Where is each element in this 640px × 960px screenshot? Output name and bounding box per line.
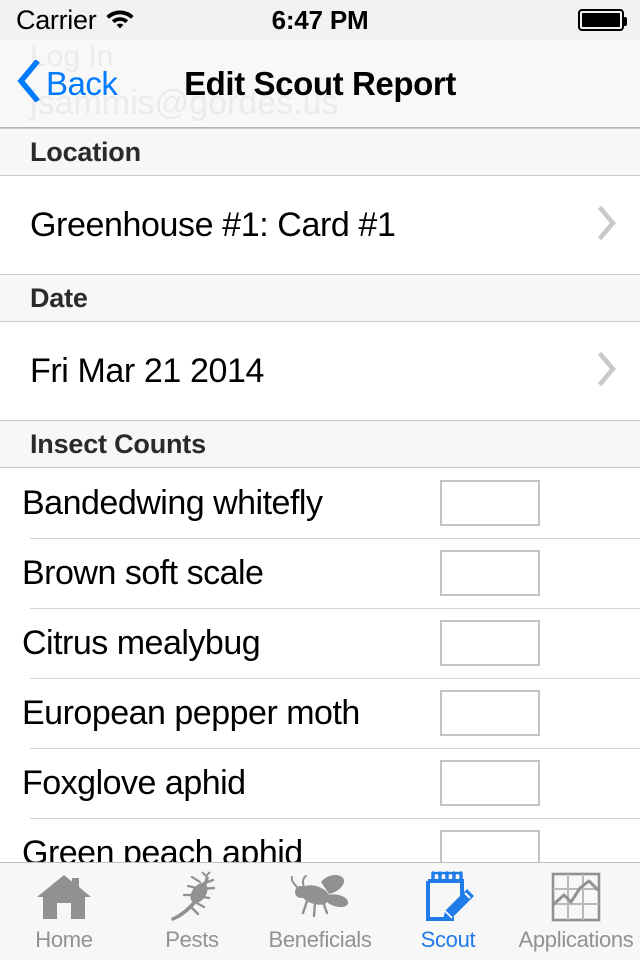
insect-name-label: Brown soft scale bbox=[22, 553, 264, 592]
battery-full-icon bbox=[578, 9, 627, 31]
insect-name-label: European pepper moth bbox=[22, 693, 360, 732]
chevron-left-icon bbox=[16, 59, 40, 107]
tab-label: Applications bbox=[518, 926, 634, 952]
date-value: Fri Mar 21 2014 bbox=[30, 351, 264, 390]
navigation-bar: Log In jsammis@gordes.us Back Edit Scout… bbox=[0, 40, 640, 128]
insect-icon bbox=[165, 870, 219, 923]
section-header-date: Date bbox=[0, 274, 640, 322]
insect-count-row[interactable]: Brown soft scale bbox=[0, 538, 640, 608]
insect-name-label: Green peach aphid bbox=[22, 833, 303, 863]
app-root: Carrier 6:47 PM Log In jsammis@gordes.us bbox=[0, 0, 640, 960]
back-button-label: Back bbox=[46, 64, 118, 102]
insect-count-input[interactable] bbox=[440, 760, 540, 806]
battery-cap bbox=[624, 17, 627, 26]
insect-count-input[interactable] bbox=[440, 480, 540, 526]
battery-fill bbox=[582, 13, 620, 27]
insect-count-row[interactable]: European pepper moth bbox=[0, 678, 640, 748]
tab-scout[interactable]: Scout bbox=[384, 863, 512, 960]
tab-label: Pests bbox=[165, 926, 219, 952]
wifi-icon bbox=[105, 7, 135, 34]
chevron-right-icon bbox=[596, 205, 618, 246]
status-bar-left: Carrier bbox=[16, 5, 135, 36]
insect-count-input[interactable] bbox=[440, 550, 540, 596]
section-header-location: Location bbox=[0, 128, 640, 176]
chevron-right-icon bbox=[596, 351, 618, 392]
section-header-label: Insect Counts bbox=[30, 428, 206, 459]
insect-count-row[interactable]: Foxglove aphid bbox=[0, 748, 640, 818]
location-row[interactable]: Greenhouse #1: Card #1 bbox=[0, 176, 640, 274]
tab-applications[interactable]: Applications bbox=[512, 863, 640, 960]
tab-label: Beneficials bbox=[268, 926, 372, 952]
location-value: Greenhouse #1: Card #1 bbox=[30, 205, 396, 244]
status-bar: Carrier 6:47 PM bbox=[0, 0, 640, 40]
insect-count-row[interactable]: Citrus mealybug bbox=[0, 608, 640, 678]
carrier-label: Carrier bbox=[16, 4, 97, 35]
chart-grid-icon bbox=[550, 871, 602, 923]
insect-name-label: Citrus mealybug bbox=[22, 623, 261, 662]
insect-name-label: Bandedwing whitefly bbox=[22, 483, 323, 522]
house-icon bbox=[35, 871, 93, 923]
tab-bar: Home Pests Beneficials Scout Application… bbox=[0, 862, 640, 960]
section-header-insect-counts: Insect Counts bbox=[0, 420, 640, 468]
bee-icon bbox=[287, 871, 353, 923]
insect-count-input[interactable] bbox=[440, 620, 540, 666]
back-button[interactable]: Back bbox=[0, 59, 118, 107]
insect-count-input[interactable] bbox=[440, 690, 540, 736]
date-row[interactable]: Fri Mar 21 2014 bbox=[0, 322, 640, 420]
tab-label: Home bbox=[35, 926, 93, 952]
section-header-label: Location bbox=[30, 136, 141, 167]
insect-name-label: Foxglove aphid bbox=[22, 763, 246, 802]
insect-count-row[interactable]: Green peach aphid bbox=[0, 818, 640, 862]
notepad-pencil-icon bbox=[420, 870, 476, 923]
table-view[interactable]: Location Greenhouse #1: Card #1 Date Fri… bbox=[0, 128, 640, 862]
tab-label: Scout bbox=[420, 926, 476, 952]
tab-pests[interactable]: Pests bbox=[128, 863, 256, 960]
status-bar-right bbox=[578, 9, 627, 31]
insect-count-input[interactable] bbox=[440, 830, 540, 862]
tab-home[interactable]: Home bbox=[0, 863, 128, 960]
insect-count-row[interactable]: Bandedwing whitefly bbox=[0, 468, 640, 538]
section-header-label: Date bbox=[30, 282, 88, 313]
tab-beneficials[interactable]: Beneficials bbox=[256, 863, 384, 960]
